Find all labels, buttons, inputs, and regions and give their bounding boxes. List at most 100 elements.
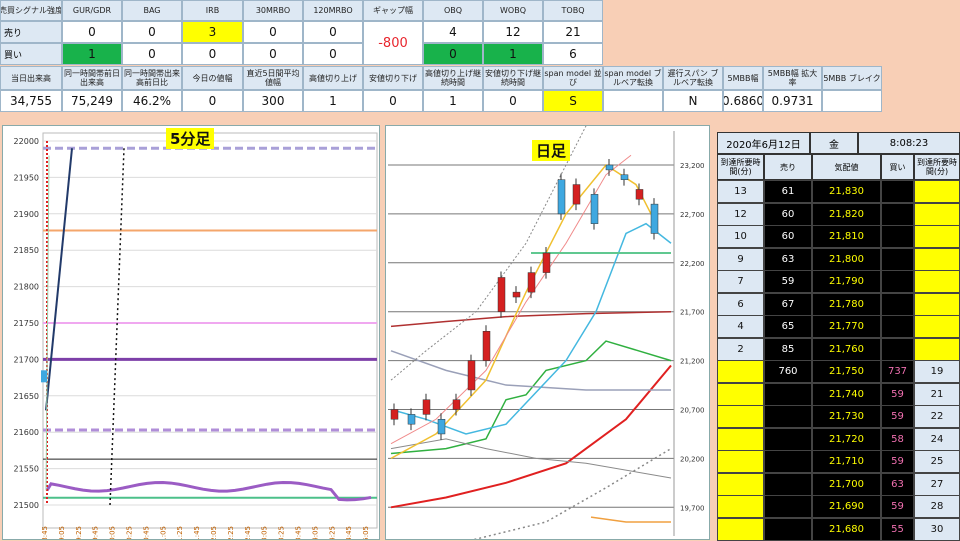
orderbook-cell-t2 (914, 270, 960, 293)
stat-value-4: 300 (243, 90, 303, 112)
orderbook-weekday: 金 (810, 132, 858, 154)
buy-value-0: 1 (62, 43, 122, 65)
five-min-x-tick: 9:45 (92, 526, 100, 539)
stat-value-12: 0.6860 (723, 90, 763, 112)
orderbook-cell-price: 21,710 (812, 450, 881, 473)
orderbook-cell-buy (881, 292, 914, 316)
orderbook-cell-sell (764, 427, 812, 451)
daily-candle (390, 409, 399, 420)
orderbook-cell-t1: 6 (717, 292, 764, 316)
orderbook-cell-t2: 24 (914, 427, 960, 451)
orderbook-cell-sell (764, 450, 812, 473)
five-min-y-tick: 21650 (14, 392, 39, 401)
orderbook-cell-price: 21,780 (812, 292, 881, 316)
five-min-candle (41, 370, 47, 383)
five-min-x-tick: 11:05 (159, 526, 167, 539)
signal-header-1: BAG (122, 0, 182, 21)
five-min-x-tick: 12:45 (244, 526, 252, 539)
five-min-y-tick: 21800 (14, 283, 39, 292)
orderbook-cell-price: 21,720 (812, 427, 881, 451)
stat-value-8: 0 (483, 90, 543, 112)
orderbook-cell-t1 (717, 517, 764, 541)
orderbook-cell-price: 21,700 (812, 472, 881, 496)
orderbook-header-1: 売り (764, 154, 812, 180)
orderbook-cell-buy: 737 (881, 360, 914, 383)
signal-header-6: OBQ (423, 0, 483, 21)
orderbook-header-2: 気配値 (812, 154, 881, 180)
orderbook-cell-price: 21,820 (812, 202, 881, 226)
daily-candle (482, 331, 491, 361)
five-minute-chart-svg: 22000 21950 21900 21850 21800 21750 21700 21650… (14, 132, 378, 539)
five-min-x-tick: 12:05 (210, 526, 218, 539)
orderbook-cell-price: 21,740 (812, 382, 881, 406)
orderbook-cell-t1: 2 (717, 337, 764, 361)
five-minute-chart-title: 5分足 (166, 128, 215, 149)
five-min-x-tick: 14:05 (311, 526, 319, 539)
five-min-y-tick: 21950 (14, 173, 39, 182)
signal-header-0: GUR/GDR (62, 0, 122, 21)
orderbook-cell-t2: 28 (914, 495, 960, 518)
daily-y-tick: 22,700 (680, 211, 705, 219)
stat-header-12: 5MBB幅 (723, 66, 763, 90)
stat-value-5: 1 (303, 90, 363, 112)
five-min-x-tick: 11:25 (176, 526, 184, 539)
daily-candle (635, 189, 644, 200)
orderbook-cell-buy: 63 (881, 472, 914, 496)
stat-value-9: S (543, 90, 603, 112)
stat-header-14: 5MBB ブレイク (822, 66, 882, 90)
five-min-x-tick: 10:05 (109, 526, 117, 539)
five-min-y-tick: 22000 (14, 137, 39, 146)
stat-header-0: 当日出来高 (0, 66, 62, 90)
stat-value-14 (822, 90, 882, 112)
orderbook-cell-buy (881, 180, 914, 203)
orderbook-cell-sell: 63 (764, 247, 812, 271)
orderbook-cell-buy (881, 247, 914, 271)
orderbook-cell-t1 (717, 495, 764, 518)
signal-header-7: WOBQ (483, 0, 543, 21)
orderbook-cell-sell: 85 (764, 337, 812, 361)
sell-value-3: 0 (243, 21, 303, 43)
orderbook-header-3: 買い (881, 154, 914, 180)
orderbook-cell-buy (881, 225, 914, 248)
orderbook-cell-t2: 27 (914, 472, 960, 496)
orderbook-cell-t2: 21 (914, 382, 960, 406)
daily-y-tick: 21,200 (680, 358, 705, 366)
orderbook-cell-t2 (914, 315, 960, 338)
five-min-y-tick: 21500 (14, 501, 39, 510)
sell-value-6: 4 (423, 21, 483, 43)
buy-row-label: 買い (0, 43, 62, 65)
stat-header-9: span model 並び (543, 66, 603, 90)
sell-value-4: 0 (303, 21, 363, 43)
orderbook-time: 8:08:23 (858, 132, 960, 154)
five-min-x-tick: 10:25 (126, 526, 134, 539)
orderbook-cell-buy: 58 (881, 427, 914, 451)
daily-y-tick: 20,700 (680, 407, 705, 415)
daily-candle (527, 272, 536, 293)
orderbook-cell-t1 (717, 405, 764, 428)
orderbook-cell-sell (764, 495, 812, 518)
stat-value-0: 34,755 (0, 90, 62, 112)
stat-value-6: 0 (363, 90, 423, 112)
sell-value-2: 3 (182, 21, 243, 43)
buy-value-6: 0 (423, 43, 483, 65)
orderbook-cell-price: 21,760 (812, 337, 881, 361)
stat-value-3: 0 (182, 90, 243, 112)
orderbook-cell-t1: 12 (717, 202, 764, 226)
orderbook-cell-t1 (717, 382, 764, 406)
daily-grey-line (390, 350, 671, 391)
orderbook-cell-sell: 67 (764, 292, 812, 316)
daily-candle (557, 179, 566, 215)
buy-value-4: 0 (303, 43, 363, 65)
sell-value-8: 21 (543, 21, 603, 43)
orderbook-cell-t1 (717, 427, 764, 451)
daily-y-tick: 19,700 (680, 504, 705, 512)
signal-header-2: IRB (182, 0, 243, 21)
five-min-y-tick: 21700 (14, 355, 39, 364)
stat-value-2: 46.2% (122, 90, 182, 112)
daily-orange-line (590, 516, 671, 523)
daily-candle (467, 360, 476, 391)
orderbook-cell-price: 21,810 (812, 225, 881, 248)
daily-candle (437, 419, 446, 435)
orderbook-cell-t2: 19 (914, 360, 960, 383)
orderbook-cell-sell: 60 (764, 225, 812, 248)
